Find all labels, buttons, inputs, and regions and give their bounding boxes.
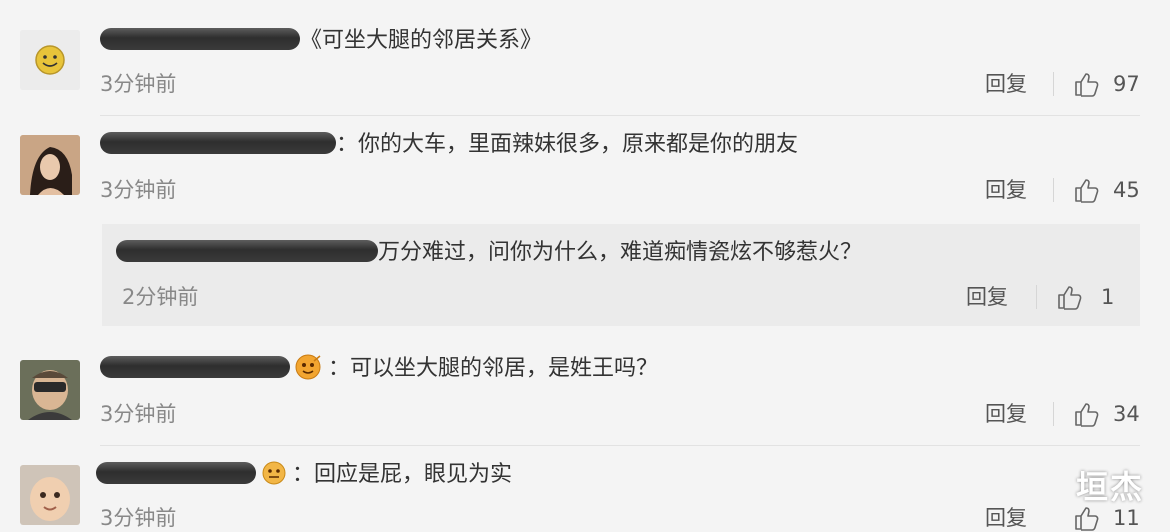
avatar[interactable] — [20, 360, 80, 420]
like-count: 97 — [1113, 72, 1140, 96]
timestamp: 2分钟前 — [122, 285, 199, 309]
comment-body: 万分难过，问你为什么，难道痴情瓷炫不够惹火？ — [378, 240, 863, 265]
comment-text: ：你的大车，里面辣妹很多，原来都是你的朋友 — [100, 130, 798, 160]
divider — [1053, 72, 1054, 96]
thumbs-up-icon[interactable] — [1073, 70, 1101, 98]
timestamp: 3分钟前 — [100, 402, 177, 426]
like-count: 45 — [1113, 178, 1140, 202]
avatar[interactable] — [20, 465, 80, 525]
divider — [100, 115, 1140, 116]
reply-button[interactable]: 回复 — [966, 283, 1008, 311]
avatar[interactable] — [20, 30, 80, 90]
redacted-username — [100, 28, 300, 50]
comment-text: 万分难过，问你为什么，难道痴情瓷炫不够惹火？ — [116, 238, 862, 268]
divider — [100, 445, 1140, 446]
timestamp: 3分钟前 — [100, 506, 177, 530]
user-photo-avatar — [20, 465, 80, 525]
redacted-username — [116, 240, 378, 262]
reply-button[interactable]: 回复 — [985, 176, 1027, 204]
divider — [1053, 178, 1054, 202]
comment-body: 《可坐大腿的邻居关系》 — [300, 28, 543, 53]
like-count: 1 — [1101, 285, 1115, 309]
thumbs-up-icon[interactable] — [1073, 400, 1101, 428]
nested-reply: 万分难过，问你为什么，难道痴情瓷炫不够惹火？ 2分钟前 回复 1 — [102, 224, 1140, 326]
comment-body: ：可以坐大腿的邻居，是姓王吗？ — [328, 356, 659, 381]
divider — [1036, 285, 1037, 309]
smiley-avatar-icon — [20, 30, 80, 90]
thumbs-up-icon[interactable] — [1073, 176, 1101, 204]
divider — [1053, 402, 1054, 426]
comment-body: ：回应是屁，眼见为实 — [292, 462, 513, 487]
redacted-username — [100, 132, 336, 154]
user-photo-avatar — [20, 360, 80, 420]
user-photo-avatar — [20, 135, 80, 195]
like-count: 11 — [1113, 506, 1140, 530]
timestamp: 3分钟前 — [100, 178, 177, 202]
watermark-logo: 垣杰 — [1076, 468, 1145, 506]
comment-text: ：回应是屁，眼见为实 — [96, 460, 512, 490]
reply-button[interactable]: 回复 — [985, 400, 1027, 428]
comment-text: 《可坐大腿的邻居关系》 — [100, 26, 542, 56]
avatar[interactable] — [20, 135, 80, 195]
timestamp: 3分钟前 — [100, 72, 177, 96]
redacted-username — [100, 356, 290, 378]
reply-button[interactable]: 回复 — [985, 70, 1027, 98]
emoji-icon — [260, 459, 288, 487]
emoji-icon — [294, 353, 324, 381]
thumbs-up-icon[interactable] — [1056, 283, 1084, 311]
thumbs-up-icon[interactable] — [1073, 504, 1101, 532]
comment-body: ：你的大车，里面辣妹很多，原来都是你的朋友 — [336, 132, 799, 157]
like-count: 34 — [1113, 402, 1140, 426]
reply-button[interactable]: 回复 — [985, 504, 1027, 532]
comment-text: ：可以坐大腿的邻居，是姓王吗？ — [100, 354, 658, 384]
redacted-username — [96, 462, 256, 484]
